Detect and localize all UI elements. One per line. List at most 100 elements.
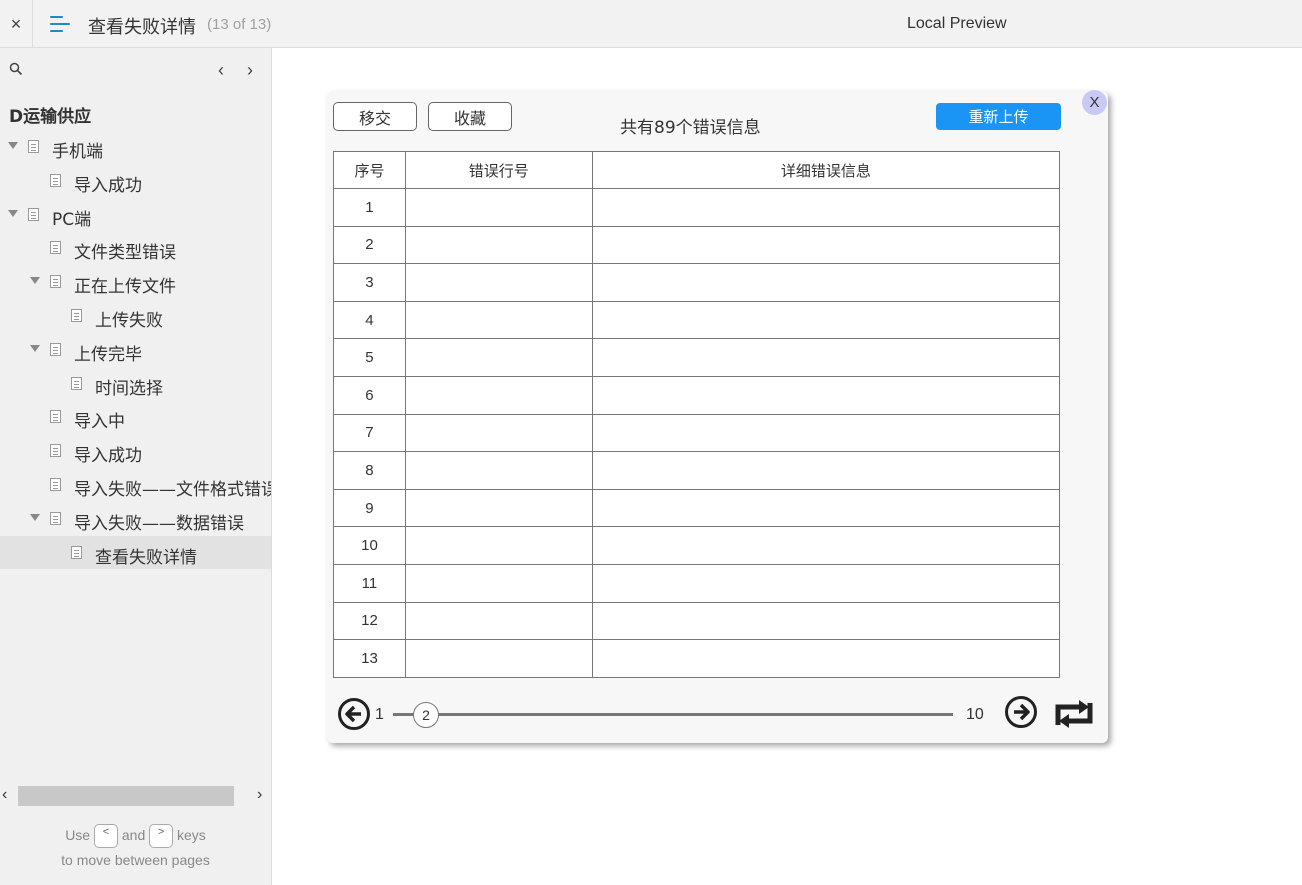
error-detail-cell — [591, 451, 1061, 490]
horizontal-scrollbar[interactable]: ‹ › — [0, 786, 271, 806]
hint-keys: keys — [177, 827, 206, 843]
prev-page-icon[interactable]: ‹ — [218, 60, 224, 81]
tree-item[interactable]: 文件类型错误 — [0, 231, 271, 265]
prev-circle-arrow-icon[interactable] — [338, 698, 370, 730]
error-detail-cell — [591, 338, 1061, 377]
error-detail-cell — [591, 413, 1061, 453]
table-row: 4 — [333, 300, 1061, 340]
tree-item-label: 时间选择 — [95, 378, 163, 399]
reupload-button[interactable]: 重新上传 — [936, 103, 1061, 130]
transfer-button[interactable]: 移交 — [333, 102, 417, 131]
table-row: 3 — [333, 263, 1061, 302]
sidebar-toolbar: ‹ › — [0, 48, 271, 92]
hint-line2: to move between pages — [61, 852, 210, 869]
expand-toggle-icon[interactable] — [30, 277, 40, 285]
next-page-icon[interactable]: › — [247, 60, 253, 81]
scrollbar-thumb[interactable] — [18, 786, 234, 806]
menu-icon[interactable] — [50, 15, 72, 33]
tree-item[interactable]: 上传完毕 — [0, 333, 271, 367]
page-icon — [50, 410, 61, 424]
row-index-cell: 5 — [333, 338, 406, 377]
error-line-cell — [404, 639, 593, 678]
key-next: > — [149, 824, 174, 849]
scroll-left-icon[interactable]: ‹ — [2, 786, 7, 804]
error-detail-cell — [591, 300, 1061, 340]
row-index-cell: 1 — [333, 188, 406, 227]
key-prev: < — [93, 824, 118, 849]
page-icon — [50, 241, 61, 255]
tree-item[interactable]: 查看失败详情 — [0, 535, 271, 570]
tree-item[interactable]: 上传失败 — [0, 299, 271, 333]
search-icon[interactable] — [9, 62, 23, 76]
error-line-cell — [404, 601, 593, 641]
error-line-cell — [404, 263, 593, 302]
page-tree: 手机端 导入成功 PC端 文件类型错误 正在上传文件 上传失败 上传完毕 时间选择 导入中 导入成… — [0, 130, 271, 570]
tree-item[interactable]: PC端 — [0, 198, 271, 232]
row-index-cell: 9 — [333, 488, 406, 528]
next-circle-arrow-icon[interactable] — [1005, 696, 1037, 728]
error-line-cell — [404, 225, 593, 265]
table-row: 11 — [333, 563, 1061, 603]
page-icon — [50, 511, 61, 525]
expand-toggle-icon[interactable] — [30, 513, 40, 521]
favorite-button[interactable]: 收藏 — [428, 102, 512, 131]
row-index-cell: 3 — [333, 263, 406, 302]
tree-item[interactable]: 导入失败——文件格式错误 — [0, 468, 271, 502]
error-detail-cell — [591, 563, 1061, 603]
hint-use: Use — [65, 827, 91, 843]
project-title: D运输供应 — [9, 107, 92, 127]
preview-label: Local Preview — [907, 15, 1007, 32]
error-table: 序号 错误行号 详细错误信息 1 2 3 4 5 6 7 8 9 10 11 12 13 — [333, 151, 1061, 678]
refresh-icon[interactable] — [1051, 699, 1097, 729]
row-index-cell: 2 — [333, 225, 406, 265]
page-icon — [71, 308, 82, 322]
page-last-number: 10 — [966, 706, 984, 723]
tree-item-label: 导入成功 — [74, 446, 142, 467]
table-row: 7 — [333, 413, 1061, 453]
tree-item-label: 查看失败详情 — [95, 547, 197, 568]
row-index-cell: 7 — [333, 413, 406, 453]
tree-item[interactable]: 手机端 — [0, 130, 271, 164]
close-button[interactable]: × — [0, 0, 33, 48]
dialog-close-button[interactable]: X — [1082, 90, 1107, 115]
expand-toggle-icon[interactable] — [30, 344, 40, 352]
page-icon — [50, 444, 61, 458]
tree-item-label: 正在上传文件 — [74, 277, 176, 298]
tree-item-label: 导入成功 — [74, 175, 142, 196]
tree-item-label: 导入失败——文件格式错误 — [74, 479, 271, 500]
tree-item[interactable]: 导入中 — [0, 400, 271, 434]
error-line-cell — [404, 375, 593, 415]
tree-item-label: PC端 — [52, 209, 92, 230]
row-index-cell: 12 — [333, 601, 406, 641]
error-line-cell — [404, 563, 593, 603]
tree-item-label: 上传失败 — [95, 310, 163, 331]
page-slider-track[interactable] — [393, 713, 953, 716]
expand-toggle-icon[interactable] — [8, 142, 18, 149]
table-row: 10 — [333, 526, 1061, 565]
tree-item[interactable]: 导入成功 — [0, 434, 271, 468]
error-line-cell — [404, 188, 593, 227]
tree-item[interactable]: 时间选择 — [0, 367, 271, 401]
row-index-cell: 6 — [333, 375, 406, 415]
dialog-title: 共有89个错误信息 — [620, 118, 761, 138]
page-icon — [71, 376, 82, 390]
tree-item[interactable]: 导入成功 — [0, 164, 271, 198]
tree-item[interactable]: 正在上传文件 — [0, 265, 271, 299]
pagination: 1 2 10 — [333, 693, 1103, 737]
scroll-right-icon[interactable]: › — [257, 786, 262, 804]
error-line-cell — [404, 338, 593, 377]
tree-item[interactable]: 导入失败——数据错误 — [0, 502, 271, 536]
expand-toggle-icon[interactable] — [8, 209, 18, 217]
column-header: 详细错误信息 — [591, 151, 1061, 189]
page-title: 查看失败详情 — [88, 17, 196, 38]
table-row: 1 — [333, 188, 1061, 227]
error-line-cell — [404, 451, 593, 490]
page-slider-handle[interactable]: 2 — [413, 702, 439, 728]
page-icon — [50, 342, 61, 356]
error-detail-cell — [591, 488, 1061, 528]
error-detail-cell — [591, 263, 1061, 302]
column-header: 序号 — [333, 151, 406, 189]
tree-item-label: 导入中 — [74, 412, 125, 433]
table-row: 6 — [333, 375, 1061, 415]
error-line-cell — [404, 526, 593, 565]
